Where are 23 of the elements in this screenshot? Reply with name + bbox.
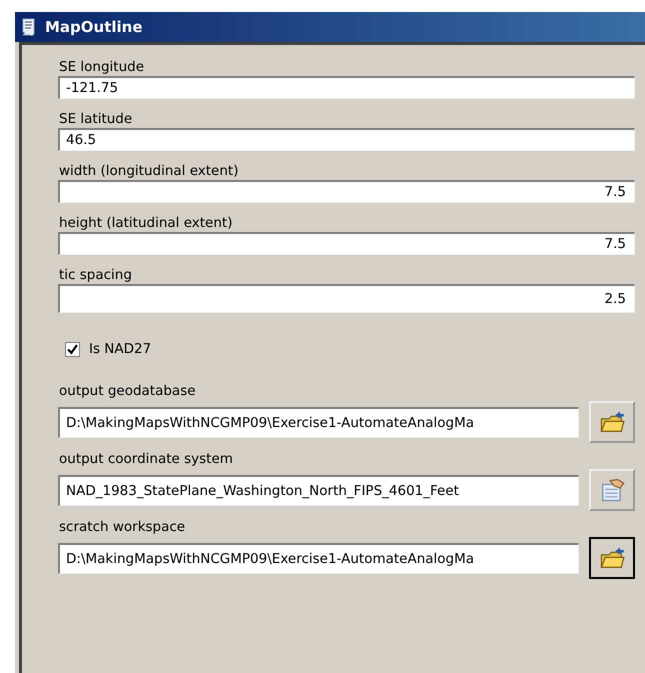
input-field[interactable]: -121.75 <box>58 76 635 99</box>
input-field[interactable]: 46.5 <box>58 128 635 151</box>
input-field[interactable]: D:\MakingMapsWithNCGMP09\Exercise1-AutomateAnalogMa <box>58 406 579 438</box>
input-field[interactable]: 2.5 <box>58 284 635 313</box>
field-label: output coordinate system <box>58 451 234 468</box>
document-icon <box>599 477 625 503</box>
input-field[interactable]: 7.5 <box>58 232 635 255</box>
field-label: width (longitudinal extent) <box>58 163 240 180</box>
folder-icon <box>599 409 625 435</box>
field-label: height (latitudinal extent) <box>58 215 234 232</box>
folder-icon <box>599 545 625 571</box>
field-label: SE longitude <box>58 59 146 76</box>
field-label: scratch workspace <box>58 519 186 536</box>
input-field[interactable]: D:\MakingMapsWithNCGMP09\Exercise1-AutomateAnalogMa <box>58 542 579 574</box>
input-field[interactable]: 7.5 <box>58 180 635 203</box>
field-label: tic spacing <box>58 267 133 284</box>
checkbox-label: Is NAD27 <box>89 341 152 357</box>
window-title: MapOutline <box>45 18 143 36</box>
field-label: SE latitude <box>58 111 134 128</box>
field-label: output geodatabase <box>58 383 197 400</box>
browse-button[interactable] <box>589 537 635 579</box>
input-field[interactable]: NAD_1983_StatePlane_Washington_North_FIPS_4601_Feet <box>58 474 579 506</box>
checkbox[interactable] <box>65 342 80 356</box>
